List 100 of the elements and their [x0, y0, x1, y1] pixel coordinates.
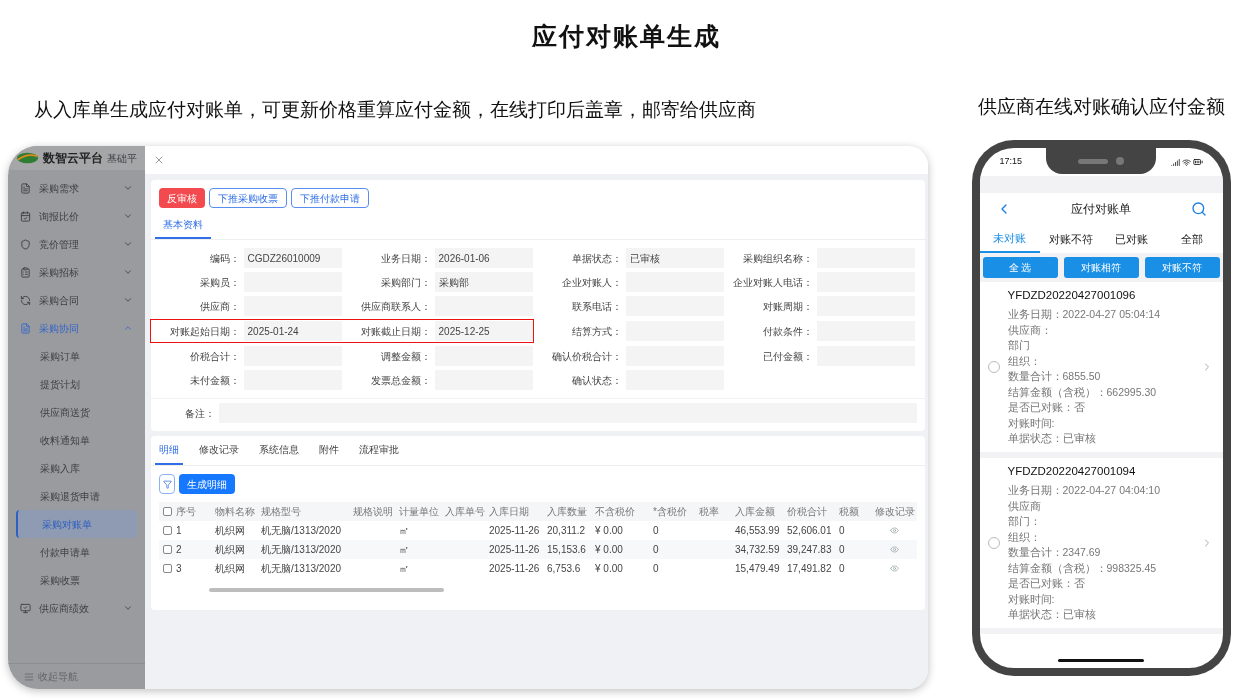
table-cell-text: 46,553.99 [735, 524, 780, 538]
caption: 从入库单生成应付对账单，可更新价格重算应付金额，在线打印后盖章，邮寄给供应商 [34, 97, 756, 122]
table-cell-text: 0 [839, 524, 845, 538]
column-header: 物料名称 [215, 505, 255, 519]
sidebar-subitem[interactable]: 收料通知单 [16, 426, 137, 454]
eye-icon[interactable] [889, 545, 899, 554]
sidebar-subitem[interactable]: 提货计划 [16, 370, 137, 398]
sidebar-subitem[interactable]: 付款申请单 [16, 538, 137, 566]
sidebar-item[interactable]: 供应商绩效 [8, 594, 145, 622]
chevron-down-icon [123, 211, 133, 221]
menu-icon [24, 671, 34, 682]
sidebar-item[interactable]: 询报比价 [8, 202, 145, 230]
sidebar-subitem[interactable]: 采购收票 [16, 566, 137, 594]
table-cell-text: 17,491.82 [787, 562, 832, 576]
tab[interactable]: 流程审批 [355, 436, 403, 465]
generate-button[interactable]: 生成明细 [179, 474, 235, 494]
field-input[interactable]: CGDZ26010009 [243, 248, 342, 268]
tab[interactable]: 系统信息 [255, 436, 303, 465]
checkbox[interactable] [163, 507, 172, 516]
field-label: 结算方式： [570, 324, 622, 339]
checkbox[interactable] [163, 526, 172, 535]
statement-detail: 对账时间: [1007, 415, 1056, 431]
sidebar-item[interactable]: 采购协同 [8, 314, 145, 342]
sidebar-item[interactable]: 采购招标 [8, 258, 145, 286]
table-cell-text: 机无脑/1313/2020 [261, 562, 342, 576]
action-button[interactable]: 反审核 [159, 188, 205, 208]
field-label: 对账起始日期： [168, 324, 240, 339]
tab[interactable]: 明细 [155, 436, 183, 465]
checkbox[interactable] [163, 564, 172, 573]
statement-detail: 供应商： [1007, 322, 1053, 338]
field-label: 采购员： [198, 275, 240, 290]
statement-detail: 部门： [1007, 514, 1042, 529]
close-icon[interactable] [153, 154, 165, 166]
table-cell-text: 2025-11-26 [489, 524, 540, 538]
column-header: 价税合计 [787, 505, 827, 519]
shield-icon [20, 238, 31, 250]
column-header: 规格说明 [353, 505, 393, 519]
statement-detail: 结算金额（含税）：998325.45 [1007, 560, 1158, 576]
field-label: 已付金额： [761, 349, 813, 364]
eye-icon[interactable] [889, 564, 899, 573]
sidebar-subitem[interactable]: 供应商送货 [16, 398, 137, 426]
column-header: 不含税价 [595, 505, 635, 519]
sidebar-item[interactable]: 竞价管理 [8, 230, 145, 258]
action-button[interactable]: 下推付款申请 [291, 188, 369, 208]
filter-button[interactable] [159, 474, 175, 494]
signal-icon [1170, 157, 1180, 167]
table-cell-text: ¥ 0.00 [595, 543, 623, 557]
statement-detail: 是否已对账：否 [1007, 576, 1086, 591]
clipboard-icon [20, 266, 31, 278]
table-cell-text: 2025-11-26 [489, 543, 540, 557]
field-input[interactable]: 2025-01-24 [243, 321, 342, 341]
field-input[interactable]: 采购部 [434, 272, 533, 292]
table-cell-text: 0 [839, 562, 845, 576]
tab[interactable]: 已对账 [1101, 225, 1162, 253]
checkbox[interactable] [163, 545, 172, 554]
statement-detail: 业务日期：2022-04-27 05:04:14 [1007, 307, 1161, 323]
action-button[interactable]: 下推采购收票 [209, 188, 287, 208]
column-header: 序号 [176, 505, 196, 519]
top-nav-item[interactable]: 基础平 [107, 150, 137, 166]
action-button[interactable]: 对账不符 [1144, 257, 1220, 278]
column-header: 税率 [699, 505, 719, 519]
scrollbar[interactable] [209, 588, 444, 592]
action-button[interactable]: 全 选 [982, 257, 1058, 278]
sidebar-subitem[interactable]: 采购退货申请 [16, 482, 137, 510]
tab[interactable]: 修改记录 [195, 436, 243, 465]
field-input[interactable]: 2026-01-06 [434, 248, 533, 268]
field-input[interactable]: 已审核 [625, 248, 724, 268]
refresh-icon [20, 294, 31, 306]
table-cell-text: 1 [176, 524, 182, 538]
sidebar-subitem[interactable]: 采购入库 [16, 454, 137, 482]
tab[interactable]: 全部 [1161, 225, 1223, 253]
sidebar-item[interactable]: 采购合同 [8, 286, 145, 314]
table-cell-text: 2025-11-26 [489, 562, 540, 576]
sidebar-subitem[interactable]: 采购订单 [16, 342, 137, 370]
search-icon[interactable] [1190, 201, 1207, 217]
tab[interactable]: 附件 [315, 436, 343, 465]
sidebar-subitem[interactable]: 采购对账单 [16, 510, 137, 538]
field-label: 单据状态： [570, 251, 622, 266]
statement-detail: 数量合计：2347.69 [1007, 545, 1102, 560]
action-button[interactable]: 对账相符 [1063, 257, 1139, 278]
column-header: 税额 [839, 505, 859, 519]
statement-detail: 部门 [1007, 338, 1031, 354]
statement-card[interactable]: YFDZD20220427001094 业务日期：2022-04-27 04:04:10 供应商 部门： 组织： 数量合计：2347.69 结算金额（含税）：998325.45 是否已对账：否 对账时间: 单据状态：已审核 [979, 457, 1223, 634]
sidebar-item[interactable]: 采购需求 [8, 174, 145, 202]
statement-card[interactable]: YFDZD20220427001096 业务日期：2022-04-27 05:04:14 供应商： 部门 组织： 数量合计：6855.50 结算金额（含税）：662995.30 是否已对账：否 对账时间: 单据状态：已审核 [979, 282, 1223, 458]
tab[interactable]: 对账不符 [1040, 225, 1101, 253]
filter-icon [162, 479, 172, 489]
column-header: 入库日期 [489, 505, 529, 519]
battery-icon [1192, 157, 1203, 167]
field-label: 发票总金额： [369, 373, 431, 388]
field-label: 付款条件： [761, 324, 813, 339]
table-cell-text: 0 [653, 524, 659, 538]
eye-icon[interactable] [889, 526, 899, 535]
field-label: 联系电话： [570, 299, 622, 314]
field-label: 确认价税合计： [550, 349, 622, 364]
wifi-icon [1181, 157, 1191, 167]
tab[interactable]: 基本资料 [155, 212, 211, 239]
table-cell-text: ¥ 0.00 [595, 524, 623, 538]
column-header: 规格型号 [261, 505, 301, 519]
field-input[interactable]: 2025-12-25 [434, 321, 533, 341]
